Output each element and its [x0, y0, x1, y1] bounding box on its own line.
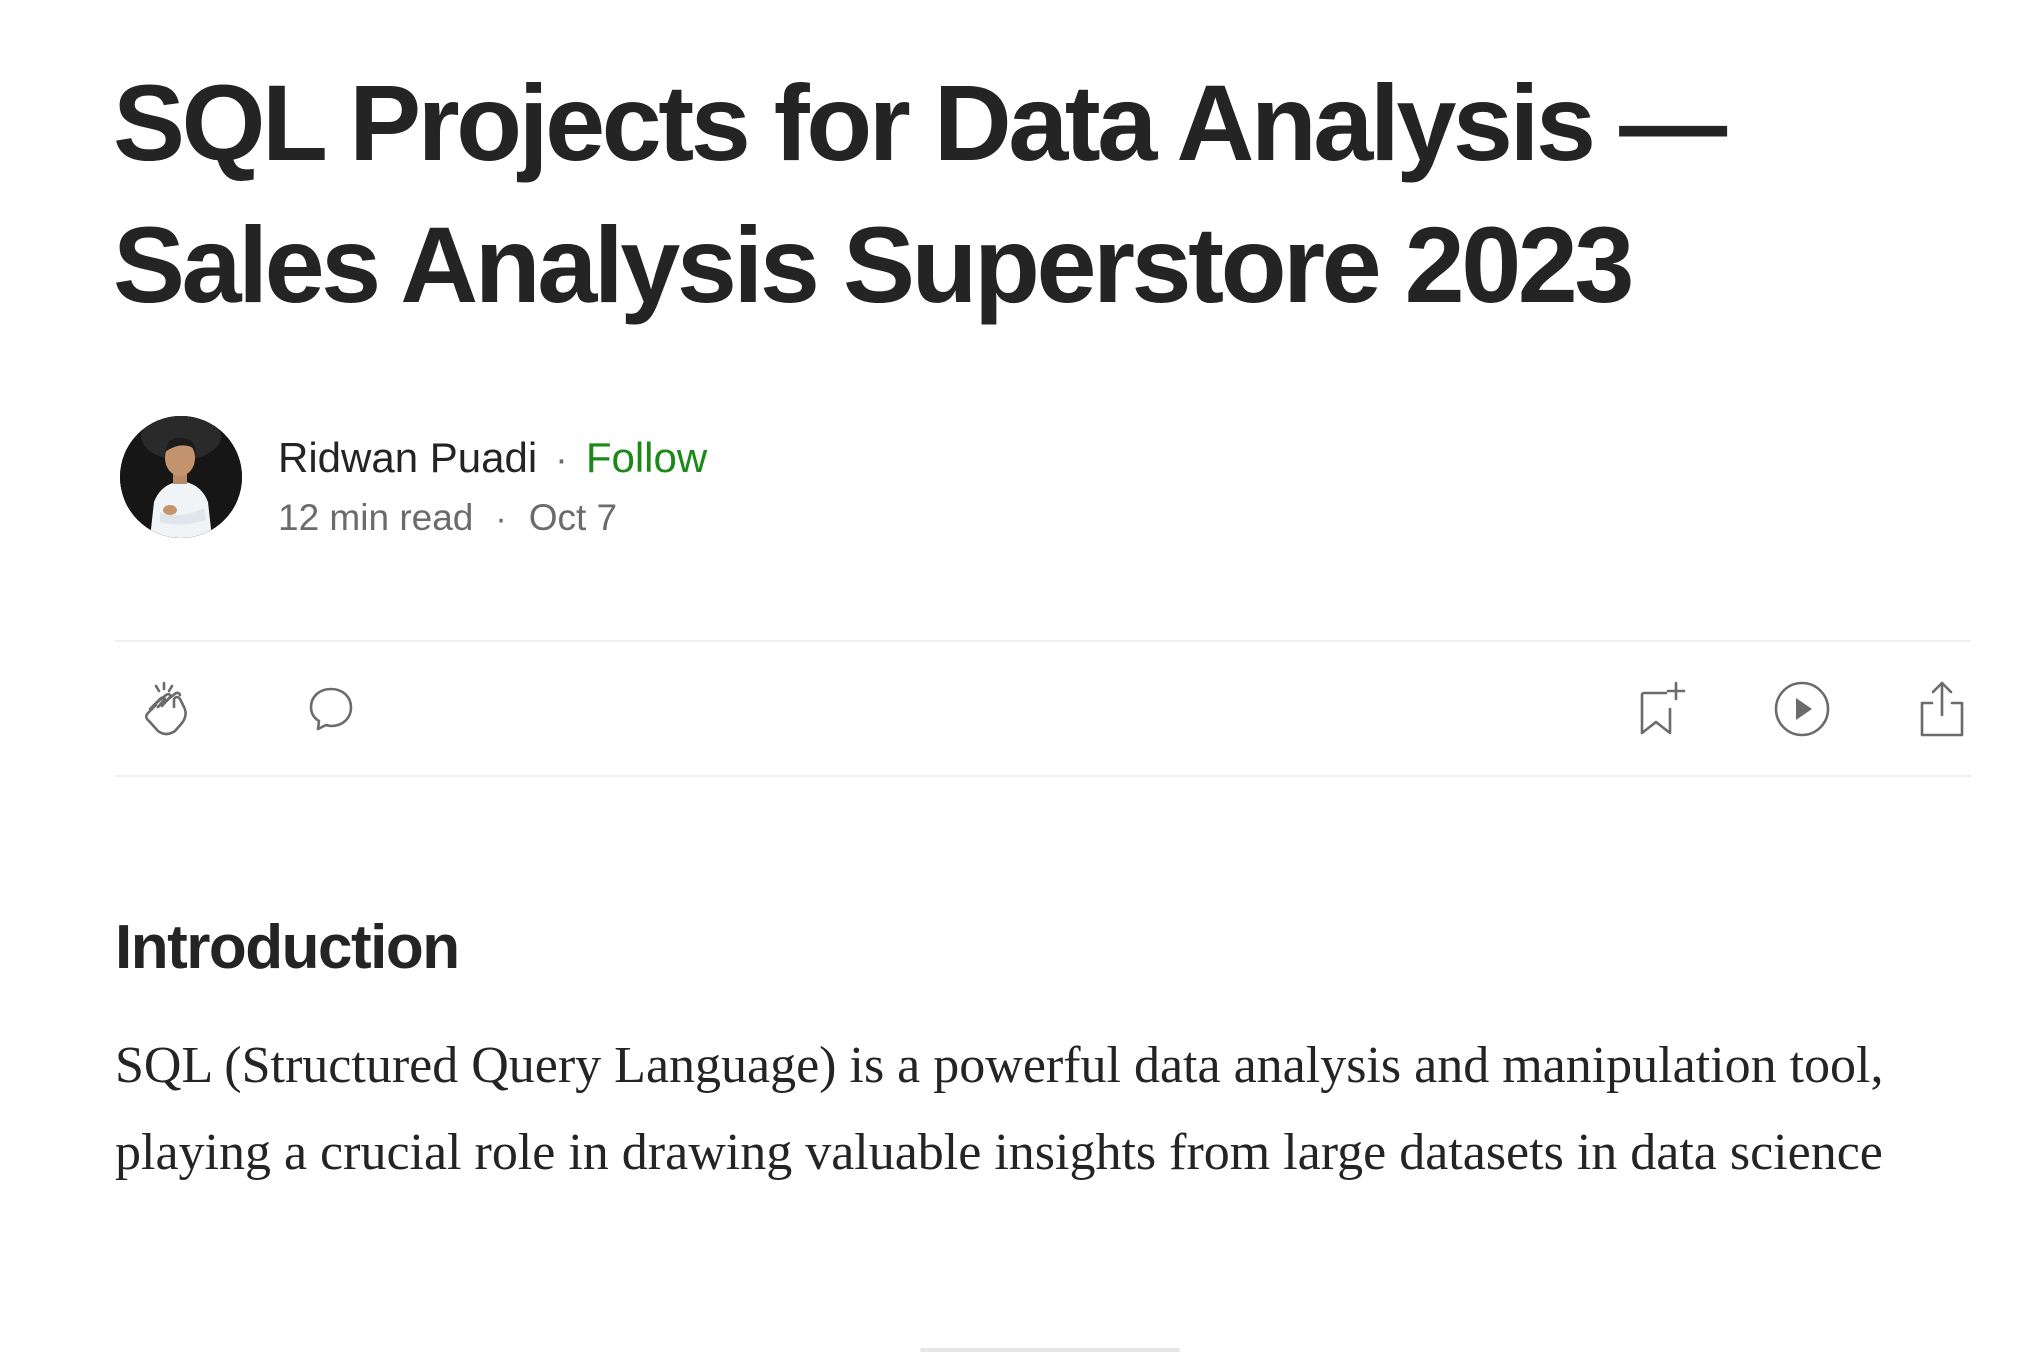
author-photo-icon — [120, 416, 242, 538]
share-button[interactable] — [1911, 678, 1973, 740]
clap-icon — [144, 681, 187, 736]
meta-separator: · — [495, 500, 507, 538]
save-bookmark-button[interactable] — [1629, 678, 1691, 740]
author-byline: Ridwan Puadi · Follow 12 min read · Oct 7 — [120, 416, 1020, 540]
article-paragraph: SQL (Structured Query Language) is a pow… — [115, 1037, 1884, 1181]
follow-button[interactable]: Follow — [586, 434, 707, 481]
author-name-link[interactable]: Ridwan Puadi — [278, 434, 537, 481]
comment-icon — [309, 687, 353, 731]
comment-button[interactable] — [300, 678, 362, 740]
article-title: SQL Projects for Data Analysis — Sales A… — [113, 62, 1727, 325]
byline-separator: · — [555, 439, 568, 481]
author-avatar[interactable] — [120, 416, 242, 538]
listen-play-icon — [1774, 681, 1830, 737]
article-action-bar — [115, 640, 1971, 777]
read-time: 12 min read — [278, 497, 474, 538]
section-heading: Introduction — [115, 913, 460, 982]
publish-date: Oct 7 — [528, 497, 618, 538]
clap-button[interactable] — [135, 678, 197, 740]
share-icon — [1920, 681, 1964, 737]
content-divider — [920, 1348, 1180, 1352]
bookmark-add-icon — [1640, 681, 1686, 735]
article-meta: 12 min read · Oct 7 — [278, 496, 617, 541]
listen-button[interactable] — [1771, 678, 1833, 740]
